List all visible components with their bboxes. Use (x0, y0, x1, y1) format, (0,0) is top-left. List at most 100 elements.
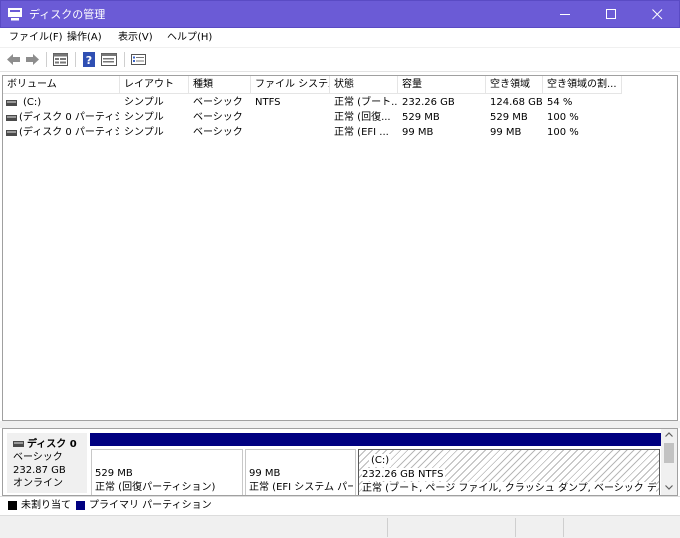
column-header-filesystem[interactable]: ファイル システム (251, 76, 330, 94)
back-button[interactable] (5, 51, 22, 68)
cell-volume: (C:) (23, 97, 42, 108)
partition-efi[interactable]: 99 MB 正常 (EFI システム パーティション) (244, 433, 357, 495)
column-header-volume[interactable]: ボリューム (3, 76, 120, 94)
partition-bar (244, 433, 357, 446)
cell-filesystem: NTFS (255, 97, 281, 108)
close-icon (652, 9, 663, 20)
toolbar-separator (124, 52, 125, 67)
disk-icon (13, 441, 24, 447)
cell-status: 正常 (回復... (334, 112, 391, 123)
toolbar: ? (0, 48, 680, 72)
partition-recovery[interactable]: 529 MB 正常 (回復パーティション) (90, 433, 244, 495)
cell-type: ベーシック (193, 127, 243, 138)
cell-capacity: 232.26 GB (402, 97, 455, 108)
cell-free-space: 529 MB (490, 112, 528, 123)
toolbar-separator (46, 52, 47, 67)
column-header-type[interactable]: 種類 (189, 76, 251, 94)
menu-bar: ファイル(F) 操作(A) 表示(V) ヘルプ(H) (0, 28, 680, 48)
column-header-layout[interactable]: レイアウト (120, 76, 189, 94)
legend-label-primary: プライマリ パーティション (89, 500, 212, 511)
cell-free-space: 99 MB (490, 127, 522, 138)
menu-file[interactable]: ファイル(F) (9, 31, 63, 45)
cell-layout: シンプル (124, 97, 164, 108)
back-arrow-icon (7, 54, 20, 65)
menu-action[interactable]: 操作(A) (67, 31, 102, 45)
legend-swatch-primary (76, 501, 85, 510)
cell-layout: シンプル (124, 112, 164, 123)
cell-filesystem (251, 125, 330, 140)
cell-capacity: 99 MB (402, 127, 434, 138)
cell-filesystem (251, 110, 330, 125)
disk-list-icon (53, 53, 68, 66)
partition-c[interactable]: (C:) 232.26 GB NTFS 正常 (ブート, ページ ファイル, ク… (357, 433, 661, 495)
help-icon: ? (83, 52, 95, 67)
svg-text:?: ? (86, 54, 92, 67)
cell-layout: シンプル (124, 127, 164, 138)
scrollbar-thumb[interactable] (664, 443, 674, 463)
volume-icon (6, 130, 17, 136)
window-title: ディスクの管理 (29, 8, 106, 21)
cell-free-space: 124.68 GB (490, 97, 543, 108)
legend-label-unallocated: 未割り当て (21, 500, 71, 511)
menu-view[interactable]: 表示(V) (118, 31, 153, 45)
volume-icon (6, 115, 17, 121)
forward-arrow-icon (26, 54, 39, 65)
cell-status: 正常 (ブート... (334, 97, 398, 108)
minimize-icon (560, 14, 570, 15)
partition-bar (90, 433, 244, 446)
disk-label[interactable]: ディスク 0 ベーシック 232.87 GB オンライン (7, 433, 87, 493)
disk-status: オンライン (13, 478, 63, 489)
partition-status: 正常 (ブート, ページ ファイル, クラッシュ ダンプ, ベーシック データ … (362, 482, 656, 495)
cell-free-percent: 100 % (547, 112, 579, 123)
status-divider (515, 518, 516, 537)
column-header-free-space[interactable]: 空き領域 (486, 76, 543, 94)
partition-size: 232.26 GB NTFS (362, 468, 446, 481)
column-header-capacity[interactable]: 容量 (398, 76, 486, 94)
cell-status: 正常 (EFI ... (334, 127, 389, 138)
toolbar-separator (75, 52, 76, 67)
column-header-free-percent[interactable]: 空き領域の割... (543, 76, 622, 94)
partition-bar (357, 433, 661, 446)
disk-name: ディスク 0 (27, 439, 77, 450)
partition-status: 正常 (EFI システム パーティション) (249, 482, 353, 493)
legend: 未割り当て プライマリ パーティション (0, 496, 680, 514)
status-divider (563, 518, 564, 537)
close-button[interactable] (635, 1, 680, 28)
status-divider (387, 518, 388, 537)
partition-label: (C:) (369, 454, 392, 467)
disk-list-button[interactable] (52, 51, 69, 68)
disk-graphical-view[interactable]: ディスク 0 ベーシック 232.87 GB オンライン 529 MB 正常 (… (2, 428, 678, 496)
properties-icon (101, 53, 117, 66)
volume-list[interactable]: ボリューム レイアウト 種類 ファイル システム 状態 容量 空き領域 空き領域… (2, 75, 678, 421)
column-header-status[interactable]: 状態 (330, 76, 398, 94)
properties-button[interactable] (100, 51, 119, 68)
graph-scrollbar[interactable] (661, 429, 677, 495)
cell-volume: (ディスク 0 パーティシ... (19, 112, 119, 123)
status-bar (0, 515, 680, 538)
maximize-button[interactable] (589, 1, 635, 28)
help-button[interactable]: ? (81, 51, 98, 68)
cell-volume: (ディスク 0 パーティシ... (19, 127, 119, 138)
partition-size: 529 MB (95, 468, 133, 479)
pane-splitter[interactable] (0, 421, 680, 428)
title-bar[interactable]: ディスクの管理 (0, 0, 680, 28)
disk-management-icon (8, 8, 22, 21)
partition-status: 正常 (回復パーティション) (95, 482, 216, 493)
maximize-icon (606, 9, 616, 19)
forward-button[interactable] (24, 51, 41, 68)
cell-free-percent: 100 % (547, 127, 579, 138)
cell-capacity: 529 MB (402, 112, 440, 123)
menu-help[interactable]: ヘルプ(H) (167, 31, 212, 45)
partition-size: 99 MB (249, 468, 281, 479)
cell-type: ベーシック (193, 97, 243, 108)
scroll-down-icon[interactable] (665, 485, 673, 490)
cell-free-percent: 54 % (547, 97, 573, 108)
settings-icon (131, 54, 146, 65)
settings-button[interactable] (130, 51, 147, 68)
volume-icon (6, 100, 17, 106)
disk-size: 232.87 GB (13, 465, 66, 476)
minimize-button[interactable] (543, 1, 589, 28)
scroll-up-icon[interactable] (665, 432, 673, 437)
legend-swatch-unallocated (8, 501, 17, 510)
cell-type: ベーシック (193, 112, 243, 123)
